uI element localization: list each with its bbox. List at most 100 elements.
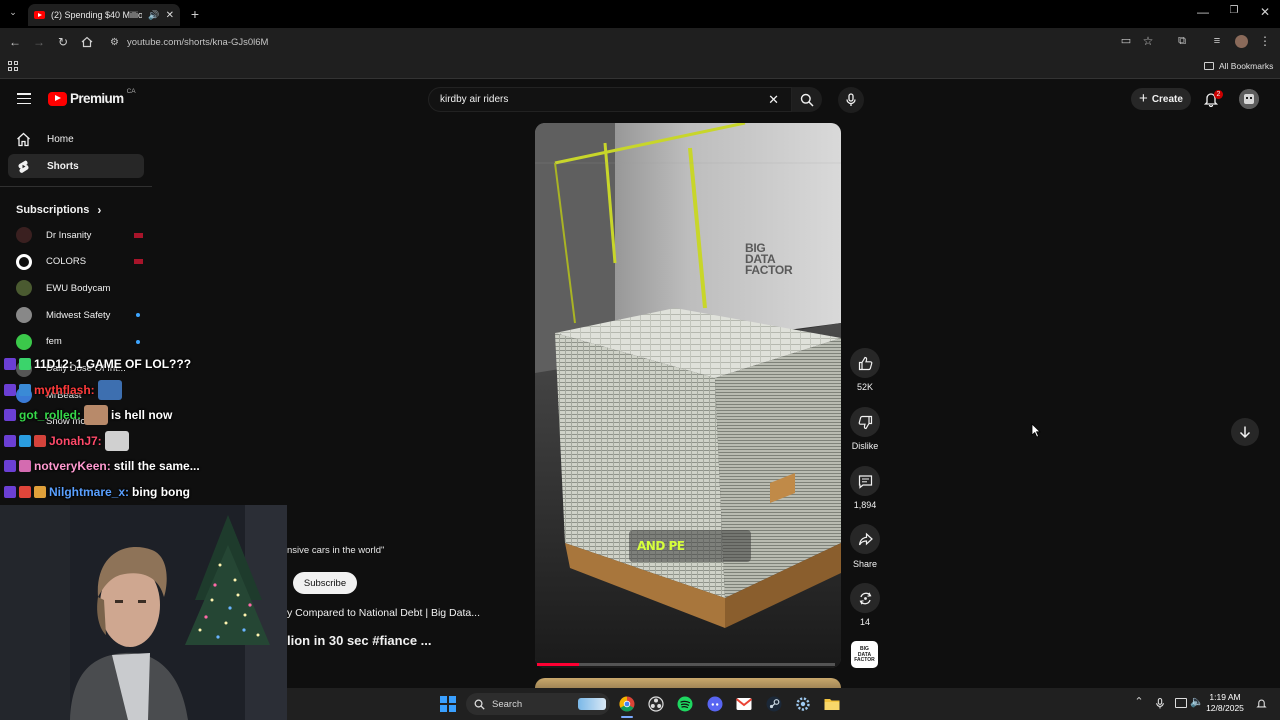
file-explorer-app-icon[interactable] xyxy=(822,694,842,714)
video-progress-bar[interactable] xyxy=(537,663,835,666)
channel-avatar xyxy=(16,333,32,350)
short-title[interactable]: lion in 30 sec #fiance ... xyxy=(287,633,432,648)
clear-search-icon[interactable]: ✕ xyxy=(768,92,779,108)
browser-tab[interactable]: (2) Spending $40 Million in 🔊 ✕ xyxy=(28,4,180,26)
chat-badge-icon xyxy=(34,434,46,447)
channel-avatar xyxy=(16,280,32,297)
sidebar-subscription-item[interactable]: COLORS xyxy=(8,251,144,273)
gmail-app-icon[interactable] xyxy=(734,694,754,714)
dislike-button[interactable] xyxy=(850,407,880,437)
network-tray-icon[interactable] xyxy=(1175,698,1187,708)
sidebar-item-home[interactable]: Home xyxy=(8,127,144,151)
maximize-button[interactable]: ❐ xyxy=(1227,6,1241,16)
apps-grid-icon[interactable] xyxy=(8,61,18,71)
audio-playing-icon[interactable]: 🔊 xyxy=(148,10,159,21)
tab-close-icon[interactable]: ✕ xyxy=(166,10,174,21)
cast-icon[interactable]: ▭ xyxy=(1119,36,1133,47)
all-bookmarks[interactable]: All Bookmarks xyxy=(1204,61,1273,71)
remix-button[interactable] xyxy=(850,583,880,613)
share-label: Share xyxy=(852,559,878,569)
site-info-icon[interactable]: ⚙ xyxy=(110,37,119,48)
minimize-button[interactable]: — xyxy=(1196,6,1210,18)
start-button[interactable] xyxy=(440,696,456,712)
browser-menu-icon[interactable]: ⋮ xyxy=(1259,35,1271,47)
chat-badge-icon xyxy=(4,486,16,498)
like-button[interactable] xyxy=(850,348,880,378)
remix-count: 14 xyxy=(859,617,870,627)
search-icon xyxy=(474,699,485,710)
microphone-tray-icon[interactable] xyxy=(1155,697,1165,710)
chat-badge-icon xyxy=(4,409,16,422)
chat-emote-icon xyxy=(84,405,108,426)
share-button[interactable] xyxy=(850,524,880,554)
subscription-name: fem xyxy=(46,336,62,348)
chat-badge-icon xyxy=(19,434,31,447)
chat-badge-icon xyxy=(4,434,16,447)
home-button[interactable] xyxy=(81,36,93,48)
search-icon xyxy=(800,93,814,107)
hamburger-menu-icon[interactable] xyxy=(17,93,31,104)
notification-center-icon[interactable] xyxy=(1256,697,1267,710)
profile-avatar[interactable] xyxy=(1235,35,1248,48)
settings-app-icon[interactable] xyxy=(793,694,813,714)
youtube-premium-logo[interactable]: Premium CA xyxy=(48,88,136,106)
thumbs-up-icon xyxy=(858,356,872,370)
channel-avatar xyxy=(16,253,32,270)
chat-emote-icon xyxy=(97,379,122,400)
subscriptions-heading[interactable]: Subscriptions › xyxy=(16,203,101,217)
forward-button[interactable]: → xyxy=(32,36,46,48)
create-button[interactable]: + Create xyxy=(1131,88,1191,110)
chrome-app-icon[interactable] xyxy=(617,694,637,714)
bookmark-star-icon[interactable]: ☆ xyxy=(1141,35,1155,47)
comments-button[interactable] xyxy=(850,466,880,496)
video-frame xyxy=(535,123,841,668)
obs-app-icon[interactable] xyxy=(646,694,666,714)
short-video-player[interactable]: BIG DATA FACTOR xyxy=(535,123,841,668)
sidebar-item-shorts[interactable]: Shorts xyxy=(8,154,144,178)
live-indicator-icon xyxy=(134,259,143,265)
media-controls-icon[interactable]: ≡ xyxy=(1210,36,1224,47)
discord-app-icon[interactable] xyxy=(705,694,725,714)
taskbar-search[interactable]: Search xyxy=(466,693,610,715)
address-bar[interactable]: ⚙ youtube.com/shorts/kna-GJs0l6M xyxy=(104,32,1276,52)
chat-badge-icon xyxy=(19,460,31,473)
sidebar-subscription-item[interactable]: Midwest Safety xyxy=(8,304,144,326)
search-input[interactable]: kirdby air riders ✕ xyxy=(428,87,792,112)
chat-message: mythflash: xyxy=(4,379,122,400)
chat-message: got_rolled: is hell now xyxy=(4,405,172,426)
chat-username: 11D12: xyxy=(34,357,73,371)
channel-thumbnail[interactable]: BIG DATA FACTOR xyxy=(851,641,878,668)
new-content-dot xyxy=(136,339,140,344)
chat-username: got_rolled: xyxy=(19,408,81,423)
subscription-name: Dr Insanity xyxy=(46,229,92,241)
extensions-icon[interactable]: ⧉ xyxy=(1175,36,1189,47)
linked-video-title[interactable]: y Compared to National Debt | Big Data..… xyxy=(287,607,480,619)
comment-count: 1,894 xyxy=(853,500,877,510)
back-button[interactable]: ← xyxy=(8,36,22,48)
chat-username: notveryKeen: xyxy=(34,459,111,474)
window-close-button[interactable]: ✕ xyxy=(1258,6,1272,18)
chat-message: Nilghtmare_x: bing bong xyxy=(4,482,190,502)
clock-date: 12/8/2025 xyxy=(1206,703,1244,713)
chat-badge-icon xyxy=(4,383,16,396)
system-clock[interactable]: 1:19 AM 12/8/2025 xyxy=(1202,692,1248,714)
sidebar-subscription-item[interactable]: fem xyxy=(8,331,144,353)
chat-username: JonahJ7: xyxy=(49,433,102,448)
youtube-logo-icon xyxy=(48,91,67,106)
next-short-button[interactable] xyxy=(1231,418,1259,446)
steam-app-icon[interactable] xyxy=(764,694,784,714)
search-button[interactable] xyxy=(792,87,822,112)
tab-search-icon[interactable]: ⌄ xyxy=(7,8,19,20)
show-hidden-icons-chevron[interactable]: ⌃ xyxy=(1133,697,1145,708)
account-avatar[interactable] xyxy=(1239,89,1259,109)
like-count: 52K xyxy=(856,382,873,392)
chat-badge-icon xyxy=(19,358,31,370)
subscribe-button[interactable]: Subscribe xyxy=(293,572,357,594)
home-icon xyxy=(17,132,30,146)
reload-button[interactable]: ↻ xyxy=(56,36,70,48)
new-tab-button[interactable]: + xyxy=(188,7,202,21)
sidebar-subscription-item[interactable]: EWU Bodycam xyxy=(8,277,144,299)
sidebar-subscription-item[interactable]: Dr Insanity xyxy=(8,224,144,246)
voice-search-button[interactable] xyxy=(838,87,864,113)
spotify-app-icon[interactable] xyxy=(675,694,695,714)
